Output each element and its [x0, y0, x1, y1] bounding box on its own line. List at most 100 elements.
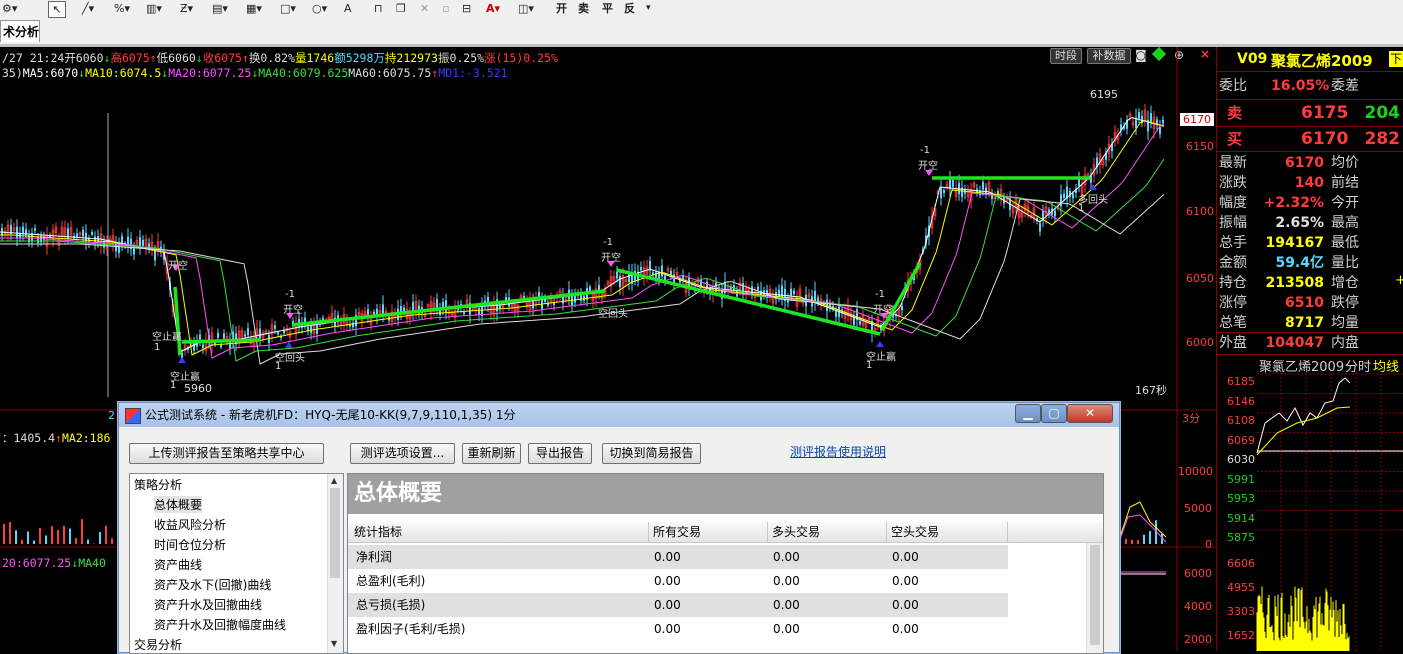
panel-header: 总体概要: [348, 474, 1103, 514]
col-header-all[interactable]: 所有交易: [649, 522, 768, 543]
circle-tool-icon[interactable]: ○▾: [312, 1, 327, 16]
doc-tool-icon[interactable]: ▤▾: [212, 1, 228, 16]
mini-price-label: 5953: [1227, 492, 1255, 505]
tree-item-premium-ratio[interactable]: 资产升水及回撤幅度曲线: [154, 616, 286, 633]
tree-item-premium[interactable]: 资产升水及回撤曲线: [154, 596, 262, 613]
mini-vol-label: 1652: [1227, 629, 1255, 642]
low-price-label: 5960: [184, 382, 212, 395]
line-tool-icon[interactable]: ╱▾: [82, 1, 94, 16]
table-row[interactable]: 总亏损(毛损) 0.00 0.00 0.00: [348, 593, 1008, 617]
quote-token: MA2:186: [61, 431, 111, 445]
table-row[interactable]: 盈利因子(毛利/毛损) 0.00 0.00 0.00: [348, 617, 1008, 641]
instrument-header: V09 聚氯乙烯2009 下: [1217, 47, 1403, 72]
upload-report-button[interactable]: 上传测评报告至策略共享中心: [129, 443, 324, 464]
bar-tool-icon[interactable]: ▥▾: [146, 1, 162, 16]
quote-row: 涨停 6510 跌停: [1217, 293, 1403, 313]
export-report-button[interactable]: 导出报告: [528, 443, 592, 464]
quote-token: ↑: [55, 431, 62, 445]
font-color-icon[interactable]: A▾: [486, 1, 500, 16]
copy-icon[interactable]: ❐: [396, 1, 406, 16]
quote-row-label-right: 均量: [1331, 315, 1359, 331]
percent-tool-icon[interactable]: %▾: [114, 1, 130, 16]
close-position-button[interactable]: 平: [602, 1, 613, 16]
buy-price: 6170: [1301, 129, 1349, 149]
report-panel: 总体概要 统计指标 所有交易 多头交易 空头交易 净利润 0.00 0.00 0.00…: [347, 473, 1104, 654]
close-button[interactable]: ✕: [1067, 404, 1113, 423]
table-cell: 0.00: [773, 574, 800, 588]
table-row[interactable]: 总盈利(毛利) 0.00 0.00 0.00: [348, 569, 1008, 593]
pointer-tool-icon[interactable]: ↖: [48, 1, 66, 18]
table-cell: 0.00: [892, 598, 919, 612]
quote-row-value: 6510: [1285, 295, 1324, 311]
chevron-down-icon[interactable]: ▾: [646, 1, 651, 16]
annotation-open-short: 开空: [873, 305, 893, 316]
table-scrollbar[interactable]: [1086, 543, 1103, 653]
tree-item-strategy[interactable]: 策略分析: [134, 476, 182, 493]
tab-technical-analysis[interactable]: 术分析: [0, 20, 40, 42]
col-header-long[interactable]: 多头交易: [768, 522, 887, 543]
simple-report-button[interactable]: 切换到简易报告: [602, 443, 701, 464]
paste-icon[interactable]: ▫: [442, 1, 449, 16]
col-header-short[interactable]: 空头交易: [887, 522, 1008, 543]
quote-row-label: 涨停: [1219, 295, 1247, 311]
refresh-button[interactable]: 重新刷新: [462, 443, 521, 464]
options-settings-button[interactable]: 测评选项设置...: [350, 443, 455, 464]
rect-tool-icon[interactable]: □▾: [280, 1, 296, 16]
tree-scrollbar[interactable]: ▲ ▼: [327, 474, 343, 653]
annotation-open-short: 开空: [601, 253, 621, 264]
annotation-one: 1: [154, 342, 161, 353]
tree-item-curve[interactable]: 资产曲线: [154, 556, 202, 573]
ma-indicator-line: 20:6077.25↓MA40: [2, 556, 106, 570]
dialog-title: 公式测试系统 - 新老虎机FD：HYQ-无尾10-KK(9,7,9,110,1,…: [145, 408, 516, 422]
quote-row: 总笔 8717 均量: [1217, 313, 1403, 333]
quote-token: 20:6077.25: [2, 556, 72, 570]
table-cell: 0.00: [892, 622, 919, 636]
grid-tool-icon[interactable]: ▦▾: [246, 1, 262, 16]
tree-item-overview[interactable]: 总体概要: [154, 496, 203, 513]
instrument-code: V09: [1237, 51, 1268, 67]
text-tool-icon[interactable]: A: [344, 1, 352, 16]
vol-axis-label: 10000: [1178, 465, 1213, 478]
table-cell: 0.00: [654, 598, 681, 612]
mini-price-label: 5875: [1227, 531, 1255, 544]
mini-price-label: 5914: [1227, 511, 1255, 525]
mini-price-label: 6030: [1227, 453, 1255, 466]
col-header-metric[interactable]: 统计指标: [348, 522, 649, 543]
help-link[interactable]: 测评报告使用说明: [790, 443, 886, 460]
quote-row-value: 213508: [1265, 275, 1324, 291]
table-cell: 0.00: [654, 622, 681, 636]
reverse-button[interactable]: 反: [624, 1, 635, 16]
settings-icon[interactable]: ⚙▾: [2, 1, 17, 16]
fib-tool-icon[interactable]: Ƶ▾: [180, 1, 193, 16]
dialog-titlebar[interactable]: 公式测试系统 - 新老虎机FD：HYQ-无尾10-KK(9,7,9,110,1,…: [119, 403, 1119, 427]
lock-icon[interactable]: ⊓: [374, 1, 383, 16]
tree-item-risk[interactable]: 收益风险分析: [154, 516, 226, 533]
quote-row: 涨跌 140 前结: [1217, 173, 1403, 193]
fill-icon[interactable]: ◫▾: [518, 1, 534, 16]
annotation-one: 1: [275, 361, 282, 372]
annotation-neg-one: -1: [603, 237, 613, 248]
open-position-button[interactable]: 开: [556, 1, 567, 16]
table-row[interactable]: 净利润 0.00 0.00 0.00: [348, 545, 1008, 569]
maximize-button[interactable]: ▢: [1041, 404, 1067, 423]
sell-button[interactable]: 卖: [578, 1, 589, 16]
quote-row-label: 振幅: [1219, 215, 1247, 231]
quote-row: 总手 194167 最低: [1217, 233, 1403, 253]
tab-left-label: 2: [108, 409, 115, 422]
tree-item-trade[interactable]: 交易分析: [134, 636, 182, 653]
tree-item-drawdown[interactable]: 资产及水下(回撤)曲线: [154, 576, 271, 593]
dropdown-tag[interactable]: 下: [1389, 51, 1403, 67]
countdown-timer: 167秒: [1135, 384, 1167, 397]
delete-icon[interactable]: ✕: [420, 1, 429, 16]
quote-row-label-right: 量比: [1331, 255, 1359, 271]
save-icon[interactable]: ⊟: [462, 1, 471, 16]
tree-item-timepos[interactable]: 时间仓位分析: [154, 536, 226, 553]
high-price-label: 6195: [1090, 88, 1118, 101]
quote-row-label: 外盘: [1219, 335, 1247, 351]
quote-row-value: 6170: [1285, 155, 1324, 171]
quote-row-value: 104047: [1265, 335, 1324, 351]
table-cell: 总盈利(毛利): [356, 574, 426, 588]
quote-row-label: 总笔: [1219, 315, 1247, 331]
minimize-button[interactable]: ▁: [1015, 404, 1041, 423]
panel-title: 总体概要: [354, 481, 443, 506]
